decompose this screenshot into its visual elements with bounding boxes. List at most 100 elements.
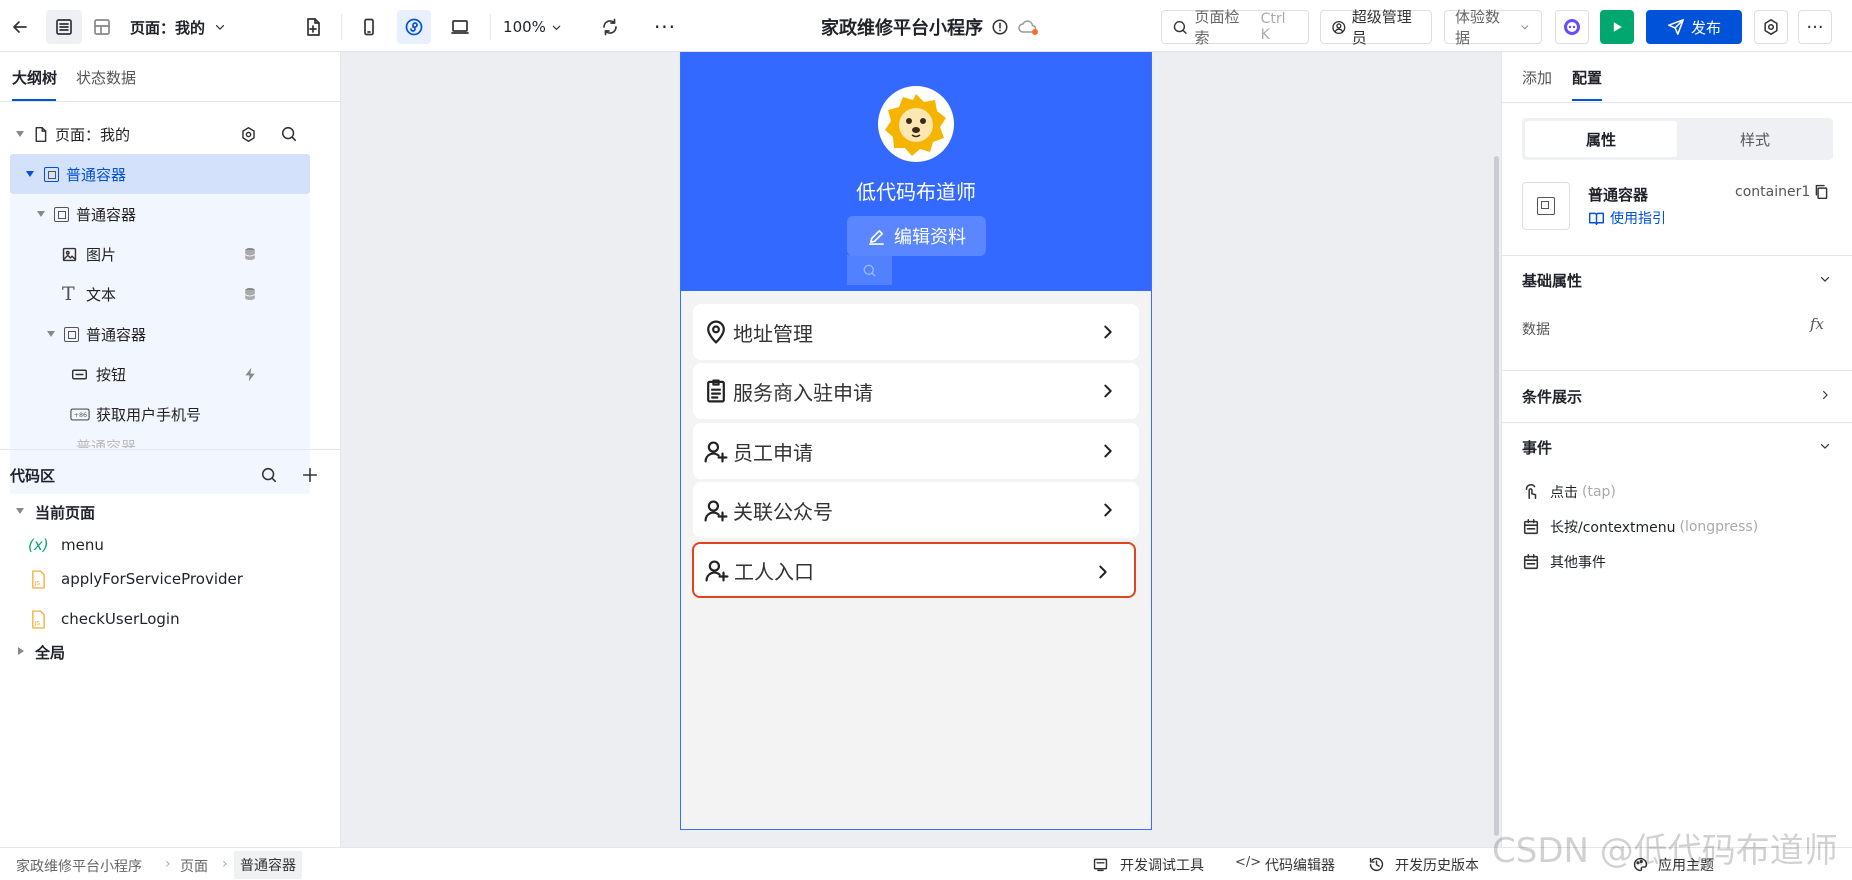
- chevron-right-icon[interactable]: [1818, 388, 1832, 402]
- page-selector[interactable]: 页面：我的: [130, 10, 250, 44]
- settings-button[interactable]: [1754, 10, 1788, 44]
- ai-assistant-button[interactable]: [1555, 10, 1589, 44]
- breadcrumb-separator-icon: ›: [165, 856, 171, 872]
- new-page-icon[interactable]: [298, 10, 328, 44]
- calendar-icon: [1523, 519, 1539, 535]
- database-icon: [244, 288, 256, 300]
- tree-node-page[interactable]: 页面：我的: [10, 114, 310, 154]
- pencil-icon: [869, 229, 884, 245]
- event-other[interactable]: 其他事件: [1522, 552, 1606, 572]
- top-toolbar: 页面：我的 100% ··· 家政维修平台小程序 页面检索 Ctrl K 超级管…: [0, 0, 1852, 52]
- caret-down-icon[interactable]: [16, 508, 24, 514]
- tree-node-container-selected[interactable]: 普通容器: [10, 154, 310, 194]
- tree-node-text[interactable]: T 文本: [10, 274, 310, 314]
- more-menu-icon[interactable]: ···: [1798, 10, 1832, 44]
- code-editor-link[interactable]: 代码编辑器: [1265, 855, 1335, 875]
- outline-view-icon[interactable]: [46, 10, 82, 44]
- basic-props-title[interactable]: 基础属性: [1522, 270, 1582, 291]
- data-mode-select[interactable]: 体验数据: [1444, 8, 1542, 47]
- caret-right-icon[interactable]: [18, 647, 24, 655]
- chevron-down-icon[interactable]: [1818, 439, 1832, 453]
- search-shortcut: Ctrl K: [1260, 11, 1286, 43]
- debug-tools-icon: [1093, 858, 1108, 872]
- search-icon[interactable]: [260, 466, 278, 484]
- code-item-check-login[interactable]: checkUserLogin: [61, 610, 180, 628]
- page-selector-label: 页面：我的: [130, 18, 206, 37]
- tree-node-label: 普通容器: [76, 205, 137, 224]
- tree-node-container-cut[interactable]: 普通容器: [10, 434, 310, 448]
- tree-node-label: 获取用户手机号: [96, 405, 202, 424]
- tree-node-container[interactable]: 普通容器: [10, 314, 310, 354]
- user-add-icon: [704, 500, 728, 522]
- segment-style[interactable]: 样式: [1680, 121, 1830, 157]
- mobile-preview-icon[interactable]: [354, 10, 384, 44]
- condition-title[interactable]: 条件展示: [1522, 386, 1582, 407]
- tree-node-image[interactable]: 图片: [10, 234, 310, 274]
- right-tabs: 添加 配置: [1502, 52, 1852, 102]
- event-longpress[interactable]: 长按/contextmenu (longpress): [1522, 517, 1758, 537]
- info-icon[interactable]: [991, 18, 1009, 36]
- menu-item[interactable]: 服务商入驻申请: [693, 363, 1139, 419]
- menu-item[interactable]: 员工申请: [693, 423, 1139, 479]
- tab-add[interactable]: 添加: [1522, 67, 1552, 88]
- tab-state-data[interactable]: 状态数据: [76, 67, 136, 88]
- page-search-button[interactable]: 页面检索 Ctrl K: [1161, 8, 1309, 47]
- run-button[interactable]: [1600, 10, 1634, 44]
- chevron-right-icon: [1104, 444, 1112, 458]
- search-icon: [863, 264, 876, 276]
- hover-search-overlay[interactable]: [847, 255, 892, 285]
- guide-link[interactable]: 使用指引: [1588, 208, 1666, 228]
- watermark: CSDN @低代码布道师: [1492, 831, 1838, 871]
- layout-view-icon[interactable]: [84, 10, 120, 44]
- code-item-menu[interactable]: menu: [61, 536, 104, 554]
- tree-node-label: 普通容器: [86, 325, 147, 344]
- tree-node-phone-auth[interactable]: +86 获取用户手机号: [10, 394, 310, 434]
- function-fx-icon[interactable]: fx: [1810, 315, 1824, 333]
- phone-preview[interactable]: 低代码布道师 编辑资料 地址管理 服务商入驻申请 员工申请 关联公众号 工人入口: [680, 52, 1152, 830]
- breadcrumb-current[interactable]: 普通容器: [234, 851, 302, 879]
- back-arrow-icon[interactable]: [6, 10, 34, 44]
- tab-config[interactable]: 配置: [1572, 67, 1602, 88]
- tab-outline-tree[interactable]: 大纲树: [12, 67, 57, 88]
- chevron-down-icon[interactable]: [1818, 272, 1832, 286]
- avatar[interactable]: [878, 86, 954, 162]
- text-icon: T: [62, 283, 75, 305]
- breadcrumb-page[interactable]: 页面: [180, 856, 208, 876]
- desktop-preview-icon[interactable]: [443, 10, 477, 44]
- refresh-icon[interactable]: [595, 10, 625, 44]
- menu-item-selected[interactable]: 工人入口: [692, 542, 1136, 598]
- zoom-selector[interactable]: 100%: [500, 10, 566, 44]
- js-file-icon: JS: [32, 610, 45, 629]
- more-horizontal-icon[interactable]: ···: [650, 10, 680, 44]
- current-page-group[interactable]: 当前页面: [35, 502, 95, 523]
- history-link[interactable]: 开发历史版本: [1395, 855, 1479, 875]
- search-icon[interactable]: [280, 125, 298, 143]
- page-search-label: 页面检索: [1194, 8, 1240, 47]
- code-item-apply[interactable]: applyForServiceProvider: [61, 570, 243, 588]
- publish-button[interactable]: 发布: [1646, 10, 1742, 44]
- menu-item[interactable]: 地址管理: [693, 304, 1139, 360]
- settings-hex-icon[interactable]: [240, 126, 257, 143]
- breadcrumb-app[interactable]: 家政维修平台小程序: [16, 856, 142, 876]
- events-title[interactable]: 事件: [1522, 437, 1552, 458]
- global-group[interactable]: 全局: [35, 642, 65, 663]
- play-icon: [1613, 22, 1622, 32]
- role-button[interactable]: 超级管理员: [1320, 8, 1432, 47]
- tree-node-container[interactable]: 普通容器: [10, 194, 310, 234]
- copy-icon[interactable]: [1813, 183, 1830, 200]
- profile-header[interactable]: 低代码布道师 编辑资料: [681, 52, 1151, 291]
- canvas-scrollbar[interactable]: [1494, 156, 1499, 836]
- segment-props[interactable]: 属性: [1525, 121, 1677, 157]
- event-tap[interactable]: 点击 (tap): [1522, 482, 1616, 502]
- page-icon: [35, 126, 47, 142]
- plus-icon[interactable]: [301, 466, 319, 484]
- menu-item[interactable]: 关联公众号: [693, 482, 1139, 538]
- edit-profile-button[interactable]: 编辑资料: [847, 216, 986, 256]
- code-brackets-icon: </>: [1235, 855, 1262, 870]
- svg-text:JS: JS: [34, 621, 41, 627]
- tree-node-button[interactable]: 按钮: [10, 354, 310, 394]
- chevron-right-icon: [1104, 384, 1112, 398]
- debug-tools-link[interactable]: 开发调试工具: [1120, 855, 1204, 875]
- chevron-down-icon: [552, 25, 561, 30]
- miniprogram-preview-icon[interactable]: [397, 10, 431, 44]
